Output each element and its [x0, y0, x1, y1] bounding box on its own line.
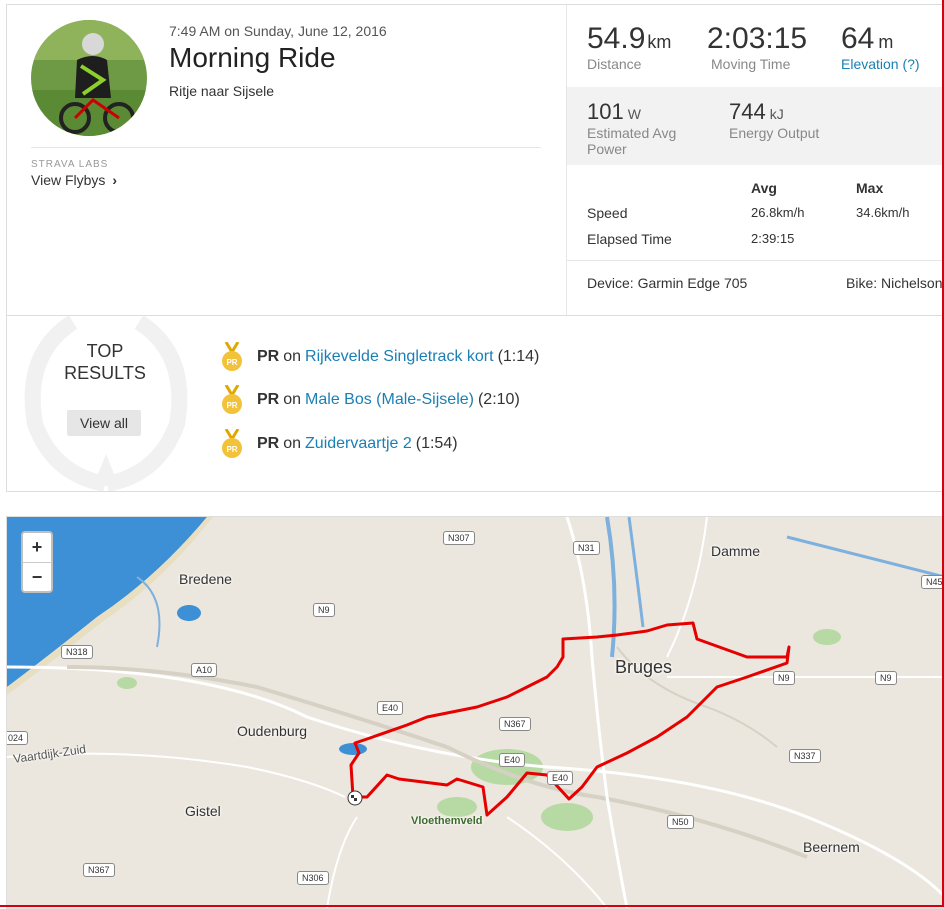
- place-label: Bredene: [179, 571, 232, 587]
- distance-label: Distance: [587, 56, 642, 72]
- place-label: Oudenburg: [237, 723, 308, 739]
- activity-title: Morning Ride: [169, 42, 336, 73]
- on-label: on: [283, 435, 302, 452]
- road-shield: N31: [573, 541, 600, 555]
- pr-medal-icon: PR: [222, 342, 242, 371]
- pr-label: PR: [257, 391, 280, 408]
- speed-label: Speed: [587, 205, 628, 221]
- road-shield: N9: [773, 671, 795, 685]
- road-shield: N50: [667, 815, 694, 829]
- pr-label: PR: [257, 435, 280, 452]
- road-shield: E40: [547, 771, 574, 785]
- top-results-heading-line1: TOP: [86, 341, 124, 361]
- top-results-heading: TOP RESULTS: [27, 340, 183, 384]
- result-item: PR PR on Male Bos (Male-Sijsele) (2:10): [221, 385, 520, 415]
- view-flybys-label: View Flybys: [31, 172, 106, 188]
- place-label: Damme: [711, 543, 761, 559]
- road-shield: N9: [313, 603, 335, 617]
- zoom-out-button[interactable]: −: [23, 563, 51, 592]
- top-results-card: TOP RESULTS View all PR PR on Rijkevelde…: [6, 314, 943, 492]
- activity-description: Ritje naar Sijsele: [169, 83, 275, 99]
- divider: [567, 260, 944, 261]
- elapsed-time-label: Elapsed Time: [587, 231, 672, 247]
- view-all-button[interactable]: View all: [67, 410, 141, 436]
- road-shield: N367: [499, 717, 531, 731]
- result-item: PR PR on Rijkevelde Singletrack kort (1:…: [221, 342, 539, 372]
- device-info: Device: Garmin Edge 705: [587, 275, 748, 291]
- place-label: Beernem: [803, 839, 860, 855]
- distance-value: 54.9: [587, 22, 646, 55]
- segment-time: (1:54): [415, 435, 458, 452]
- place-label: Gistel: [185, 803, 221, 819]
- road-shield: A10: [191, 663, 218, 677]
- power-label: Estimated Avg Power: [587, 125, 677, 157]
- elevation-unit: m: [878, 32, 894, 52]
- activity-summary-card: 7:49 AM on Sunday, June 12, 2016 Morning…: [6, 4, 944, 316]
- speed-max: 34.6km/h: [856, 205, 910, 220]
- energy-stat: 744 kJ Energy Output: [729, 99, 819, 141]
- zoom-in-button[interactable]: +: [23, 533, 51, 563]
- power-energy-panel: 101 W Estimated Avg Power 744 kJ Energy Ou…: [567, 87, 944, 165]
- power-value: 101: [587, 99, 624, 124]
- road-shield: N318: [61, 645, 93, 659]
- segment-link-rijkevelde[interactable]: Rijkevelde Singletrack kort: [305, 348, 494, 366]
- power-unit: W: [627, 106, 641, 122]
- power-stat: 101 W Estimated Avg Power: [587, 99, 707, 157]
- energy-label: Energy Output: [729, 125, 820, 141]
- moving-time-value: 2:03:15: [707, 22, 808, 55]
- segment-time: (1:14): [497, 348, 540, 365]
- max-header: Max: [856, 180, 884, 196]
- moving-time-label: Moving Time: [711, 56, 791, 72]
- stats-panel: 54.9 km Distance 2:03:15 Moving Time 64 m …: [566, 5, 944, 315]
- road-shield: N307: [443, 531, 475, 545]
- segment-time: (2:10): [477, 391, 520, 408]
- elapsed-time-avg: 2:39:15: [751, 231, 795, 246]
- road-shield: E40: [499, 753, 526, 767]
- zoom-control: + −: [21, 531, 53, 593]
- pr-label: PR: [257, 348, 280, 365]
- park-label: Vloethemveld: [411, 815, 483, 827]
- pr-medal-icon: PR: [222, 429, 242, 458]
- elevation-help-link[interactable]: Elevation (?): [841, 56, 920, 72]
- energy-unit: kJ: [769, 106, 784, 122]
- chevron-right-icon: ›: [112, 172, 117, 188]
- elevation-value: 64: [841, 22, 875, 55]
- energy-value: 744: [729, 99, 766, 124]
- pr-badge-text: PR: [226, 358, 237, 367]
- avg-header: Avg: [751, 180, 777, 196]
- activity-datetime: 7:49 AM on Sunday, June 12, 2016: [169, 23, 387, 39]
- bike-info: Bike: Nichelson: [846, 275, 943, 291]
- on-label: on: [283, 391, 302, 408]
- divider: [31, 147, 541, 148]
- road-shield: N367: [83, 863, 115, 877]
- on-label: on: [283, 348, 302, 365]
- segment-link-male-bos[interactable]: Male Bos (Male-Sijsele): [305, 391, 474, 409]
- elevation-stat: 64 m Elevation (?): [841, 22, 920, 72]
- road-shield: N306: [297, 871, 329, 885]
- athlete-avatar[interactable]: [31, 20, 147, 136]
- road-shield: N9: [875, 671, 897, 685]
- road-shield: N45: [921, 575, 944, 589]
- pr-medal-icon: PR: [222, 385, 242, 414]
- speed-avg: 26.8km/h: [751, 205, 805, 220]
- view-flybys-link[interactable]: View Flybys ›: [31, 172, 117, 188]
- road-shield: E40: [377, 701, 404, 715]
- route-map[interactable]: + − Bredene Damme Bruges Oudenburg Giste…: [6, 516, 944, 909]
- moving-time-stat: 2:03:15 Moving Time: [707, 22, 807, 72]
- pr-badge-text: PR: [226, 445, 237, 454]
- distance-stat: 54.9 km Distance: [587, 22, 671, 72]
- top-results-heading-line2: RESULTS: [64, 363, 146, 383]
- place-label: Bruges: [615, 657, 673, 677]
- distance-unit: km: [647, 32, 672, 52]
- pr-badge-text: PR: [226, 401, 237, 410]
- result-item: PR PR on Zuidervaartje 2 (1:54): [221, 429, 458, 459]
- road-shield: 024: [7, 731, 29, 745]
- road-shield: N337: [789, 749, 821, 763]
- segment-link-zuidervaartje[interactable]: Zuidervaartje 2: [305, 435, 412, 453]
- strava-labs-label: STRAVA LABS: [31, 159, 109, 170]
